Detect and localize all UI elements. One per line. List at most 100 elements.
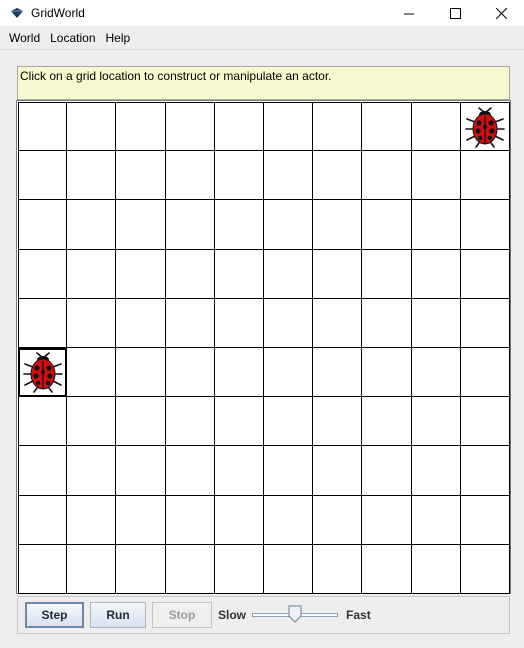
grid-cell[interactable] [67, 347, 117, 398]
grid-cell[interactable] [313, 397, 363, 447]
grid-cell[interactable] [116, 446, 166, 496]
grid-cell[interactable] [460, 446, 510, 496]
grid-cell[interactable] [313, 200, 363, 250]
grid-cell[interactable] [460, 102, 510, 152]
grid-cell[interactable] [411, 446, 461, 496]
grid-cell[interactable] [263, 200, 314, 250]
grid-cell[interactable] [313, 151, 363, 201]
grid-cell[interactable] [18, 397, 68, 447]
grid-cell[interactable] [362, 495, 412, 545]
grid-cell[interactable] [460, 298, 510, 348]
grid-cell[interactable] [460, 151, 510, 201]
grid-cell[interactable] [116, 495, 166, 545]
grid-cell[interactable] [116, 102, 166, 152]
grid-cell[interactable] [263, 495, 314, 545]
grid-cell[interactable] [67, 397, 117, 447]
grid-cell[interactable] [18, 249, 68, 299]
grid-cell[interactable] [116, 151, 166, 201]
maximize-button[interactable] [432, 0, 478, 26]
grid-cell[interactable] [116, 249, 166, 299]
grid-cell[interactable] [18, 495, 68, 545]
grid-cell[interactable] [263, 298, 314, 348]
grid-cell[interactable] [165, 151, 215, 201]
grid-cell[interactable] [214, 397, 264, 447]
grid-cell[interactable] [313, 495, 363, 545]
grid-cell[interactable] [18, 102, 68, 152]
grid-cell[interactable] [313, 347, 363, 398]
close-button[interactable] [478, 0, 524, 26]
grid-cell[interactable] [214, 495, 264, 545]
speed-slider[interactable] [252, 605, 339, 625]
grid-cell[interactable] [116, 397, 166, 447]
grid-cell[interactable] [263, 102, 314, 152]
grid-cell[interactable] [67, 446, 117, 496]
grid-cell[interactable] [214, 249, 264, 299]
grid-cell[interactable] [460, 347, 510, 398]
grid-cell[interactable] [313, 249, 363, 299]
grid-cell[interactable] [165, 298, 215, 348]
grid-cell[interactable] [263, 397, 314, 447]
grid-cell[interactable] [460, 544, 510, 594]
grid-cell[interactable] [411, 200, 461, 250]
grid-cell[interactable] [18, 200, 68, 250]
grid-cell[interactable] [18, 151, 68, 201]
slider-thumb[interactable] [288, 605, 302, 623]
grid-cell[interactable] [411, 298, 461, 348]
grid-cell[interactable] [67, 249, 117, 299]
grid-cell[interactable] [116, 200, 166, 250]
grid-cell[interactable] [18, 347, 68, 398]
grid-cell[interactable] [362, 397, 412, 447]
grid-cell[interactable] [411, 347, 461, 398]
grid-cell[interactable] [214, 200, 264, 250]
grid-cell[interactable] [214, 298, 264, 348]
grid-cell[interactable] [362, 200, 412, 250]
grid-cell[interactable] [313, 298, 363, 348]
grid-cell[interactable] [214, 347, 264, 398]
grid-cell[interactable] [214, 151, 264, 201]
grid-cell[interactable] [67, 298, 117, 348]
grid-cell[interactable] [460, 200, 510, 250]
grid-cell[interactable] [18, 544, 68, 594]
grid-cell[interactable] [313, 544, 363, 594]
grid-cell[interactable] [116, 347, 166, 398]
grid-cell[interactable] [362, 102, 412, 152]
grid-cell[interactable] [214, 544, 264, 594]
menu-location[interactable]: Location [45, 31, 100, 45]
grid-cell[interactable] [362, 249, 412, 299]
grid-cell[interactable] [18, 298, 68, 348]
grid-cell[interactable] [165, 200, 215, 250]
grid-cell[interactable] [165, 397, 215, 447]
grid-cell[interactable] [411, 397, 461, 447]
minimize-button[interactable] [386, 0, 432, 26]
grid-cell[interactable] [263, 151, 314, 201]
grid-cell[interactable] [116, 544, 166, 594]
grid-cell[interactable] [460, 397, 510, 447]
grid-cell[interactable] [411, 544, 461, 594]
grid-cell[interactable] [165, 249, 215, 299]
grid-cell[interactable] [67, 102, 117, 152]
grid-cell[interactable] [411, 495, 461, 545]
grid-cell[interactable] [411, 151, 461, 201]
grid-cell[interactable] [313, 102, 363, 152]
menu-help[interactable]: Help [101, 31, 136, 45]
grid-cell[interactable] [165, 495, 215, 545]
grid-cell[interactable] [67, 544, 117, 594]
grid-cell[interactable] [116, 298, 166, 348]
grid-cell[interactable] [362, 151, 412, 201]
grid-cell[interactable] [165, 446, 215, 496]
grid-cell[interactable] [411, 102, 461, 152]
grid-cell[interactable] [460, 495, 510, 545]
grid-cell[interactable] [67, 200, 117, 250]
grid-cell[interactable] [263, 544, 314, 594]
grid-cell[interactable] [362, 544, 412, 594]
grid-cell[interactable] [313, 446, 363, 496]
grid-cell[interactable] [460, 249, 510, 299]
run-button[interactable]: Run [90, 602, 146, 628]
grid-cell[interactable] [263, 347, 314, 398]
menu-world[interactable]: World [4, 31, 45, 45]
grid-cell[interactable] [18, 446, 68, 496]
grid-cell[interactable] [165, 102, 215, 152]
grid-cell[interactable] [362, 298, 412, 348]
grid-cell[interactable] [67, 151, 117, 201]
grid-cell[interactable] [165, 544, 215, 594]
